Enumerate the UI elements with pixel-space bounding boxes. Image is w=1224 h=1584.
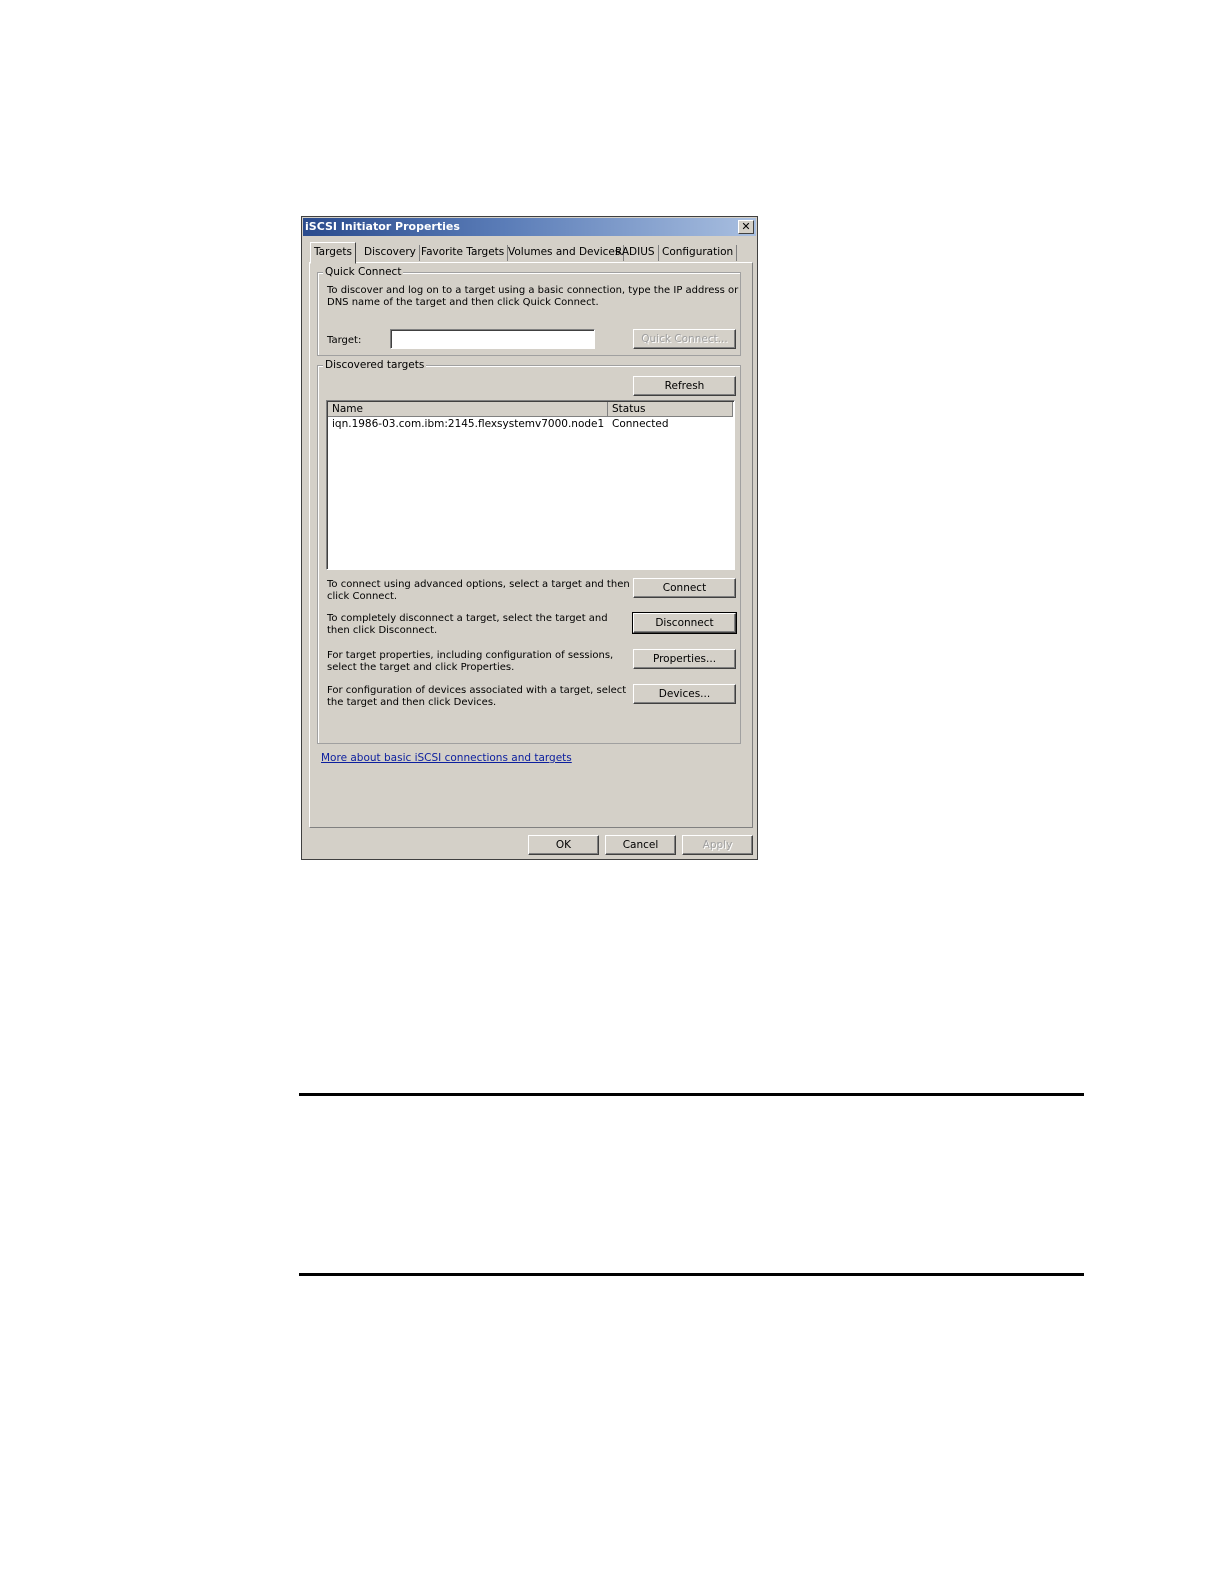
disconnect-help-line2: then click Disconnect. bbox=[327, 625, 438, 636]
connect-help-line1: To connect using advanced options, selec… bbox=[327, 579, 630, 590]
targets-panel: Quick Connect To discover and log on to … bbox=[309, 262, 753, 828]
connect-button[interactable]: Connect bbox=[633, 578, 736, 598]
tab-targets[interactable]: Targets bbox=[310, 242, 356, 264]
properties-help-line2: select the target and click Properties. bbox=[327, 662, 515, 673]
ok-button[interactable]: OK bbox=[528, 835, 599, 855]
iscsi-initiator-dialog: iSCSI Initiator Properties ✕ Targets Dis… bbox=[301, 216, 758, 860]
quick-connect-description-line2: DNS name of the target and then click Qu… bbox=[327, 297, 599, 308]
quick-connect-description-line1: To discover and log on to a target using… bbox=[327, 285, 739, 296]
discovered-targets-legend: Discovered targets bbox=[323, 359, 427, 371]
table-row[interactable]: iqn.1986-03.com.ibm:2145.flexsystemv7000… bbox=[328, 418, 733, 432]
bottom-rule bbox=[299, 1273, 1084, 1276]
devices-button[interactable]: Devices... bbox=[633, 684, 736, 704]
tab-favorite-targets[interactable]: Favorite Targets bbox=[418, 245, 509, 261]
target-label: Target: bbox=[327, 335, 362, 346]
properties-help-line1: For target properties, including configu… bbox=[327, 650, 614, 661]
connect-help-line2: click Connect. bbox=[327, 591, 398, 602]
row-status: Connected bbox=[612, 418, 669, 430]
quick-connect-legend: Quick Connect bbox=[323, 266, 404, 278]
tab-volumes-and-devices[interactable]: Volumes and Devices bbox=[505, 245, 625, 261]
quick-connect-button[interactable]: Quick Connect... bbox=[633, 329, 736, 349]
tab-discovery[interactable]: Discovery bbox=[361, 245, 420, 261]
tab-radius[interactable]: RADIUS bbox=[612, 245, 659, 261]
discovered-targets-group: Discovered targets Refresh Name Status i… bbox=[317, 359, 741, 744]
quick-connect-group: Quick Connect To discover and log on to … bbox=[317, 266, 741, 356]
devices-help-line1: For configuration of devices associated … bbox=[327, 685, 627, 696]
target-input[interactable] bbox=[390, 329, 595, 349]
targets-list[interactable]: Name Status iqn.1986-03.com.ibm:2145.fle… bbox=[326, 400, 735, 570]
cancel-button[interactable]: Cancel bbox=[605, 835, 676, 855]
help-link[interactable]: More about basic iSCSI connections and t… bbox=[321, 752, 572, 764]
disconnect-help-line1: To completely disconnect a target, selec… bbox=[327, 613, 608, 624]
disconnect-button[interactable]: Disconnect bbox=[632, 612, 737, 634]
column-header-status[interactable]: Status bbox=[608, 402, 733, 417]
devices-help-line2: the target and then click Devices. bbox=[327, 697, 497, 708]
refresh-button[interactable]: Refresh bbox=[633, 376, 736, 396]
close-icon[interactable]: ✕ bbox=[738, 220, 754, 234]
apply-button[interactable]: Apply bbox=[682, 835, 753, 855]
row-name: iqn.1986-03.com.ibm:2145.flexsystemv7000… bbox=[332, 418, 605, 430]
properties-button[interactable]: Properties... bbox=[633, 649, 736, 669]
title-bar: iSCSI Initiator Properties ✕ bbox=[303, 218, 756, 236]
tab-configuration[interactable]: Configuration bbox=[659, 245, 738, 261]
dialog-title: iSCSI Initiator Properties bbox=[305, 220, 460, 233]
column-header-name[interactable]: Name bbox=[328, 402, 608, 417]
top-rule bbox=[299, 1093, 1084, 1096]
